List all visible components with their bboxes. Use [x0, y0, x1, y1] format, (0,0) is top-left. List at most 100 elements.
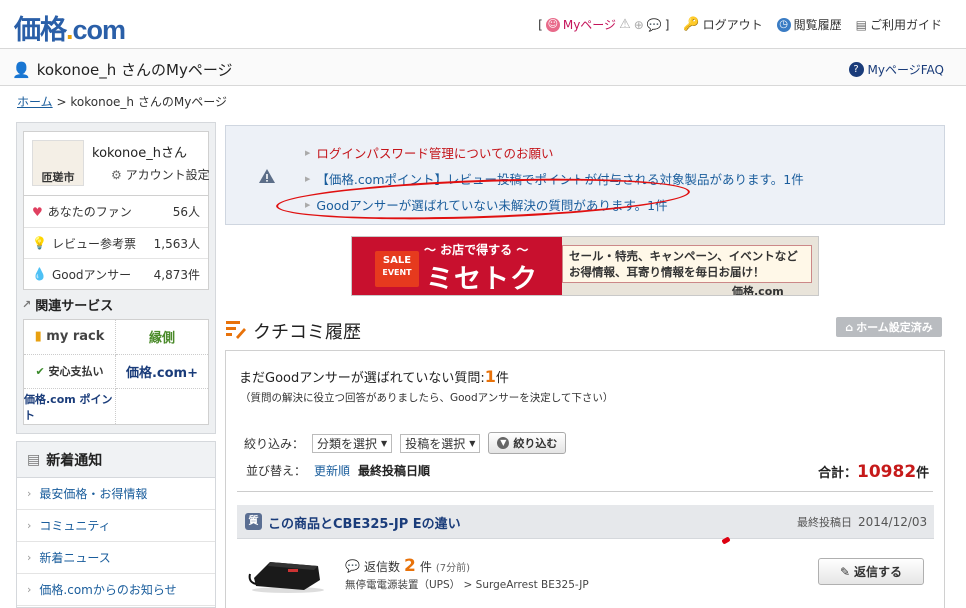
- reply-count-value: 2: [403, 556, 416, 576]
- sale-top: SALE: [382, 255, 412, 266]
- news-item-announcements[interactable]: › 価格.comからのお知らせ: [17, 574, 215, 606]
- service-myrack[interactable]: ▮ my rack: [24, 320, 116, 355]
- service-label: 価格.com+: [125, 365, 198, 381]
- stat-fans[interactable]: ♥ あなたのファン 56人: [24, 196, 208, 227]
- bracket-open: [: [538, 17, 543, 32]
- news-item-community[interactable]: › コミュニティ: [17, 510, 215, 542]
- site-logo[interactable]: 価格.com: [14, 8, 126, 47]
- service-label: 安心支払い: [48, 365, 104, 379]
- faq-link[interactable]: ? MyページFAQ: [848, 61, 944, 78]
- review-history-icon: [224, 318, 246, 343]
- sort-updated-link[interactable]: 更新順: [314, 462, 350, 479]
- misetoku-banner[interactable]: SALE EVENT 〜 お店で得する 〜 ミセトク セール・特売、キャンペーン、…: [351, 236, 819, 296]
- page-title: 👤 kokonoe_h さんのMyページ: [12, 59, 233, 80]
- guide-link[interactable]: ▤ ご利用ガイド: [856, 16, 942, 33]
- sort-label: 並び替え：: [246, 464, 307, 478]
- reply-button-label: 返信する: [854, 565, 903, 579]
- news-icon: ▤: [27, 451, 41, 468]
- notice-password[interactable]: ▶ ログインパスワード管理についてのお願い: [305, 143, 554, 162]
- news-item-deals[interactable]: › 最安価格・お得情報: [17, 478, 215, 510]
- user-name: kokonoe_hさん: [92, 146, 187, 161]
- total-value: 10982: [857, 462, 917, 482]
- chevron-down-icon: ▼: [381, 438, 388, 448]
- banner-main: ミセトク: [426, 264, 538, 295]
- mypage-link-label[interactable]: Myページ: [563, 16, 616, 33]
- service-empty: [116, 389, 208, 424]
- stat-good-answers[interactable]: 💧 Goodアンサー 4,873件: [24, 258, 208, 289]
- service-label: my rack: [46, 329, 105, 345]
- product-image[interactable]: [248, 552, 326, 594]
- sale-badge: SALE EVENT: [375, 251, 419, 287]
- page-title-text: kokonoe_h さんのMyページ: [36, 61, 233, 79]
- post-select[interactable]: 投稿を選択 ▼: [400, 433, 481, 453]
- news-item-label: 最安価格・お得情報: [39, 487, 148, 501]
- banner-description: セール・特売、キャンペーン、イベントなど お得情報、耳寄り情報を毎日お届け！: [562, 245, 812, 283]
- home-settings-button[interactable]: ⌂ ホーム設定済み: [836, 317, 942, 337]
- review-item-title[interactable]: この商品とCBE325-JP Eの違い: [268, 513, 461, 532]
- category-select-value: 分類を選択: [317, 436, 378, 451]
- speech-bubble-icon: 💬: [345, 559, 360, 573]
- question-note: （質問の解決に役立つ回答がありましたら、Goodアンサーを決定して下さい）: [240, 392, 614, 404]
- service-engawa[interactable]: 縁側: [116, 320, 208, 355]
- external-link-icon: ↗: [22, 298, 32, 311]
- logout-link[interactable]: 🔑 ログアウト: [683, 16, 762, 33]
- question-prefix: まだGoodアンサーが選ばれていない質問:: [239, 371, 485, 386]
- stat-label: Goodアンサー: [51, 267, 132, 282]
- breadcrumb-home[interactable]: ホーム: [17, 95, 53, 109]
- chevron-right-icon: ›: [27, 551, 32, 564]
- question-count: 1: [484, 367, 496, 386]
- stat-review-votes[interactable]: 💡 レビュー参考票 1,563人: [24, 227, 208, 258]
- history-link[interactable]: ◷ 閲覧履歴: [776, 16, 842, 33]
- breadcrumb-current: kokonoe_h さんのMyページ: [70, 95, 228, 109]
- reply-count: 💬 返信数 2 件 (7分前): [345, 556, 470, 576]
- sale-bottom: EVENT: [382, 268, 412, 277]
- chevron-right-icon: ›: [27, 583, 32, 596]
- edit-icon: ✎: [839, 564, 851, 579]
- mypage-link[interactable]: [ ☺ Myページ ⚠ ⊕ 💬 ]: [538, 16, 669, 33]
- reply-label: 返信数: [363, 559, 400, 574]
- document-icon: ▤: [855, 17, 867, 32]
- service-payment[interactable]: ✔ 安心支払い: [24, 354, 116, 390]
- header-nav: [ ☺ Myページ ⚠ ⊕ 💬 ] 🔑 ログアウト ◷ 閲覧履歴 ▤ ご利用ガイ…: [538, 16, 942, 33]
- stat-label: あなたのファン: [47, 205, 132, 219]
- news-item-label: 新着ニュース: [39, 551, 111, 565]
- chat-icon[interactable]: 💬: [647, 18, 662, 32]
- reply-unit: 件: [419, 559, 432, 574]
- news-title: 新着通知: [46, 452, 103, 469]
- last-post-date: 最終投稿日 2014/12/03: [797, 514, 927, 530]
- faq-label: MyページFAQ: [867, 63, 944, 77]
- warning-icon: [258, 168, 276, 187]
- avatar[interactable]: 匝瑳市: [32, 140, 84, 186]
- sort-bar: 並び替え： 更新順 最終投稿日順: [246, 462, 430, 479]
- key-icon: 🔑: [683, 17, 700, 32]
- total-count: 合計：10982件: [818, 462, 929, 482]
- related-services-label: 関連サービス: [35, 299, 114, 314]
- last-post-value: 2014/12/03: [858, 515, 928, 529]
- chevron-right-icon: ›: [27, 519, 32, 532]
- stat-value: 1,563人: [153, 236, 200, 251]
- news-item-news[interactable]: › 新着ニュース: [17, 542, 215, 574]
- question-icon: ?: [848, 62, 864, 77]
- home-settings-label: ホーム設定済み: [856, 321, 933, 334]
- lightbulb-icon: 💡: [32, 236, 47, 250]
- clock-icon: ◷: [776, 17, 791, 32]
- add-user-icon[interactable]: ⊕: [634, 18, 644, 32]
- review-history-title: クチコミ履歴: [253, 322, 361, 343]
- narrow-button[interactable]: ▼ 絞り込む: [488, 432, 567, 454]
- category-select[interactable]: 分類を選択 ▼: [312, 433, 393, 453]
- rack-icon: ▮: [34, 329, 42, 345]
- notice-text[interactable]: ログインパスワード管理についてのお願い: [316, 143, 553, 162]
- chevron-down-circle-icon: ▼: [497, 437, 510, 449]
- warning-icon[interactable]: ⚠: [619, 17, 631, 32]
- service-kakaku-plus[interactable]: 価格.com+: [116, 355, 208, 390]
- related-services-title: ↗ 関連サービス: [22, 295, 113, 314]
- reply-button[interactable]: ✎ 返信する: [818, 558, 924, 585]
- person-icon: 👤: [12, 60, 31, 79]
- breadcrumb-sep: >: [56, 95, 67, 109]
- service-label: 縁側: [148, 331, 175, 347]
- bracket-close: ]: [664, 17, 670, 32]
- service-points[interactable]: 価格.com ポイント: [24, 389, 116, 424]
- triangle-right-icon: ▶: [305, 174, 311, 183]
- account-settings-link[interactable]: ⚙ アカウント設定: [111, 166, 210, 183]
- news-panel: ▤ 新着通知 › 最安価格・お得情報 › コミュニティ › 新着ニュース › 価格.co…: [16, 441, 216, 608]
